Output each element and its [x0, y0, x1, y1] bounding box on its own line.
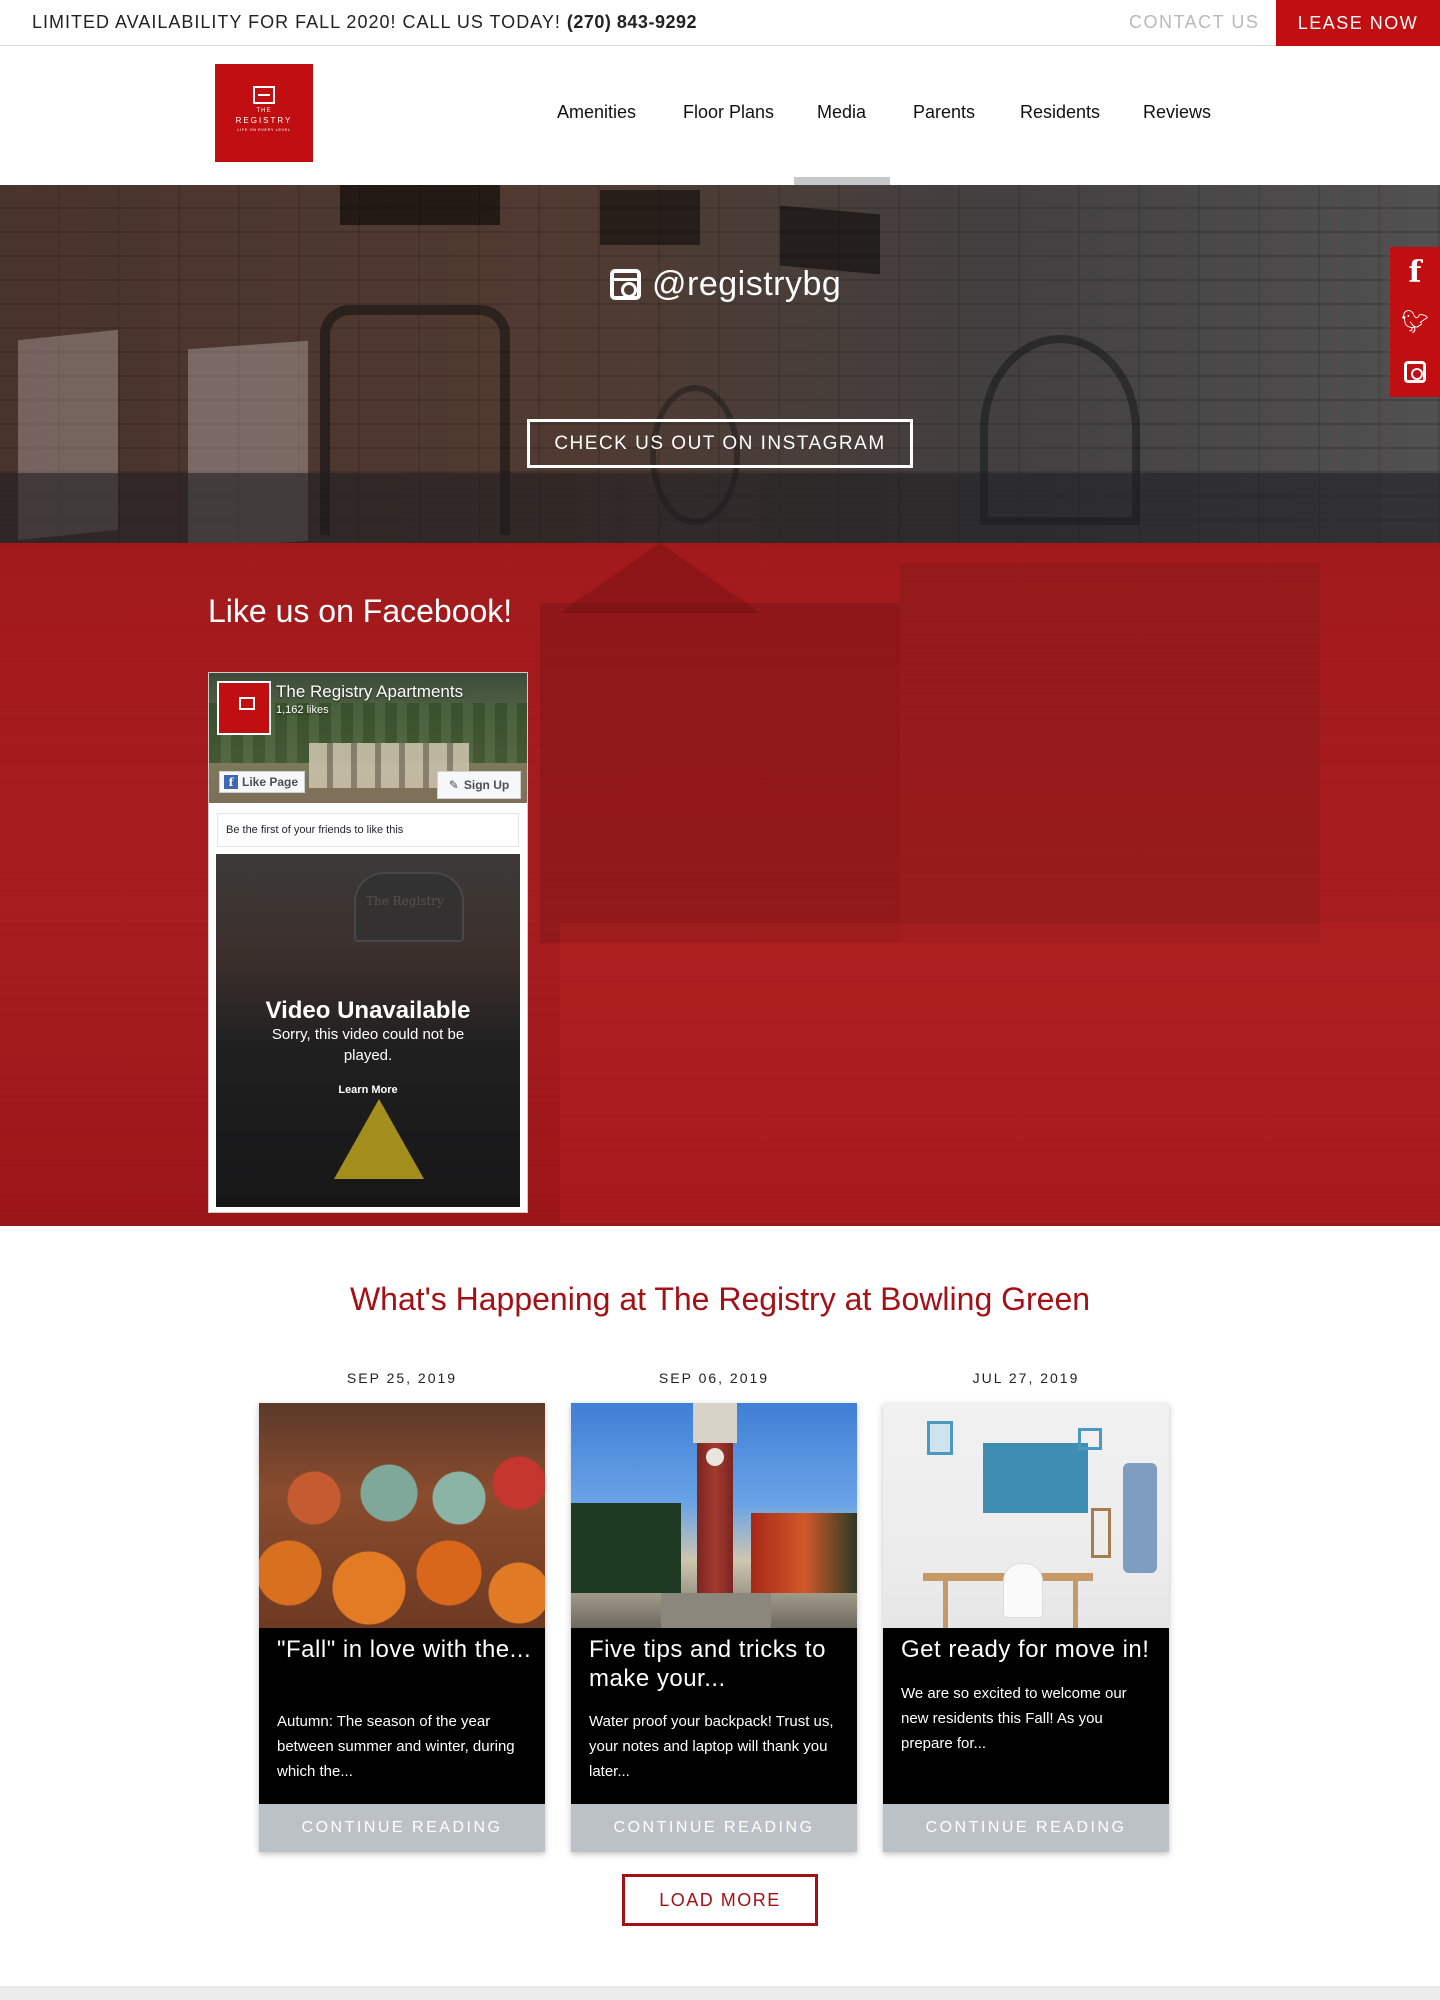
logo-the: THE: [256, 108, 272, 114]
fb-cover-photo[interactable]: The Registry Apartments 1,162 likes f Li…: [209, 673, 527, 803]
fb-page-avatar[interactable]: [217, 681, 271, 735]
image-shape: [751, 1513, 857, 1593]
post-title[interactable]: Get ready for move in!: [901, 1635, 1157, 1664]
post-title[interactable]: Five tips and tricks to make your...: [589, 1635, 845, 1693]
facebook-icon[interactable]: f: [1390, 247, 1440, 297]
video-unavailable-message: Sorry, this video could not be played.: [271, 1026, 465, 1064]
fb-like-label: Like Page: [242, 775, 299, 789]
facebook-section: Like us on Facebook! The Registry Apartm…: [0, 543, 1440, 1226]
twitter-icon[interactable]: 🐦︎: [1390, 297, 1440, 347]
fb-like-page-button[interactable]: f Like Page: [219, 771, 305, 793]
nav-item-parents[interactable]: Parents: [913, 102, 975, 123]
fb-page-likes: 1,162 likes: [276, 704, 329, 716]
video-unavailable-title: Video Unavailable: [265, 997, 471, 1024]
hero-bg-shape: [600, 190, 700, 245]
image-shape: [1078, 1428, 1102, 1450]
fb-video-post[interactable]: The Registry Video Unavailable Sorry, th…: [216, 854, 520, 1207]
footer-strip: [0, 1986, 1440, 2000]
fb-signup-label: Sign Up: [463, 778, 510, 792]
video-learn-more-link[interactable]: Learn More: [216, 1084, 520, 1096]
site-header: THE REGISTRY LIFE ON EVERY LEVEL Ameniti…: [0, 46, 1440, 185]
continue-reading-button[interactable]: CONTINUE READING: [883, 1804, 1169, 1852]
image-shape: [1123, 1463, 1157, 1573]
instagram-handle-row[interactable]: @registrybg: [610, 265, 841, 304]
instagram-icon: [610, 269, 641, 300]
post-card: Five tips and tricks to make your... Wat…: [571, 1403, 857, 1852]
logo-name: REGISTRY: [235, 116, 293, 125]
nav-item-residents[interactable]: Residents: [1020, 102, 1100, 123]
fb-bg-shape: [560, 923, 1440, 1223]
post-title[interactable]: "Fall" in love with the...: [277, 1635, 533, 1664]
post-excerpt: Water proof your backpack! Trust us, you…: [589, 1713, 834, 1780]
image-shape: [983, 1443, 1088, 1513]
social-sidebar: f 🐦︎: [1390, 247, 1440, 397]
fb-bg-shape: [900, 563, 1320, 943]
image-shape: [571, 1503, 681, 1593]
fb-bg-shape: [560, 543, 760, 613]
logo-mark-icon: [253, 86, 275, 104]
post-card: "Fall" in love with the... Autumn: The s…: [259, 1403, 545, 1852]
phone-link[interactable]: (270) 843-9292: [567, 12, 697, 32]
image-shape: [706, 1448, 724, 1466]
image-shape: [927, 1421, 953, 1455]
pencil-icon: ✎: [448, 778, 459, 792]
facebook-heading: Like us on Facebook!: [208, 593, 513, 629]
post-image-clock-tower[interactable]: [571, 1403, 857, 1628]
hero-bg-shape: [340, 185, 500, 225]
nav-item-floor-plans[interactable]: Floor Plans: [683, 102, 774, 123]
post-date: SEP 25, 2019: [346, 1370, 458, 1386]
announcement-bar: LIMITED AVAILABILITY FOR FALL 2020! CALL…: [0, 0, 1440, 47]
happening-heading: What's Happening at The Registry at Bowl…: [349, 1281, 1091, 1317]
post-excerpt: Autumn: The season of the year between s…: [277, 1713, 515, 1780]
instagram-cta-button[interactable]: CHECK US OUT ON INSTAGRAM: [527, 419, 913, 468]
warning-icon: [334, 1099, 424, 1179]
image-shape: [1091, 1508, 1111, 1558]
logo-tagline: LIFE ON EVERY LEVEL: [237, 127, 291, 132]
load-more-button[interactable]: LOAD MORE: [622, 1874, 818, 1926]
continue-reading-button[interactable]: CONTINUE READING: [571, 1804, 857, 1852]
image-shape: [1073, 1581, 1078, 1628]
lease-now-button[interactable]: LEASE NOW: [1276, 0, 1440, 47]
instagram-link[interactable]: [1390, 347, 1440, 397]
hero-bg-shape: [0, 473, 1440, 543]
nav-item-media[interactable]: Media: [817, 102, 866, 123]
promo-text: LIMITED AVAILABILITY FOR FALL 2020! CALL…: [32, 12, 697, 33]
fb-bg-shape: [540, 603, 900, 943]
contact-us-link[interactable]: CONTACT US: [1129, 12, 1259, 33]
nav-item-reviews[interactable]: Reviews: [1143, 102, 1211, 123]
fb-sign-up-button[interactable]: ✎ Sign Up: [437, 771, 521, 799]
registry-logo[interactable]: THE REGISTRY LIFE ON EVERY LEVEL: [215, 64, 313, 162]
image-shape: [943, 1581, 948, 1628]
fb-page-name[interactable]: The Registry Apartments: [276, 682, 463, 702]
post-date: JUL 27, 2019: [972, 1370, 1080, 1386]
post-image-pumpkins[interactable]: [259, 1403, 545, 1628]
facebook-icon: f: [224, 775, 238, 789]
post-date: SEP 06, 2019: [658, 1370, 770, 1386]
facebook-page-widget: The Registry Apartments 1,162 likes f Li…: [208, 672, 528, 1213]
image-shape: [693, 1403, 737, 1443]
promo-message: LIMITED AVAILABILITY FOR FALL 2020! CALL…: [32, 12, 561, 32]
post-image-study-room[interactable]: [883, 1403, 1169, 1628]
image-shape: [1003, 1563, 1043, 1618]
image-shape: [661, 1593, 771, 1628]
post-excerpt: We are so excited to welcome our new res…: [901, 1685, 1127, 1752]
nav-active-indicator: [794, 177, 890, 185]
continue-reading-button[interactable]: CONTINUE READING: [259, 1804, 545, 1852]
post-card: Get ready for move in! We are so excited…: [883, 1403, 1169, 1852]
nav-item-amenities[interactable]: Amenities: [557, 102, 636, 123]
fb-friends-text: Be the first of your friends to like thi…: [217, 813, 519, 847]
instagram-icon: [1404, 361, 1426, 383]
instagram-hero: @registrybg CHECK US OUT ON INSTAGRAM: [0, 185, 1440, 543]
instagram-handle[interactable]: @registrybg: [652, 265, 841, 304]
